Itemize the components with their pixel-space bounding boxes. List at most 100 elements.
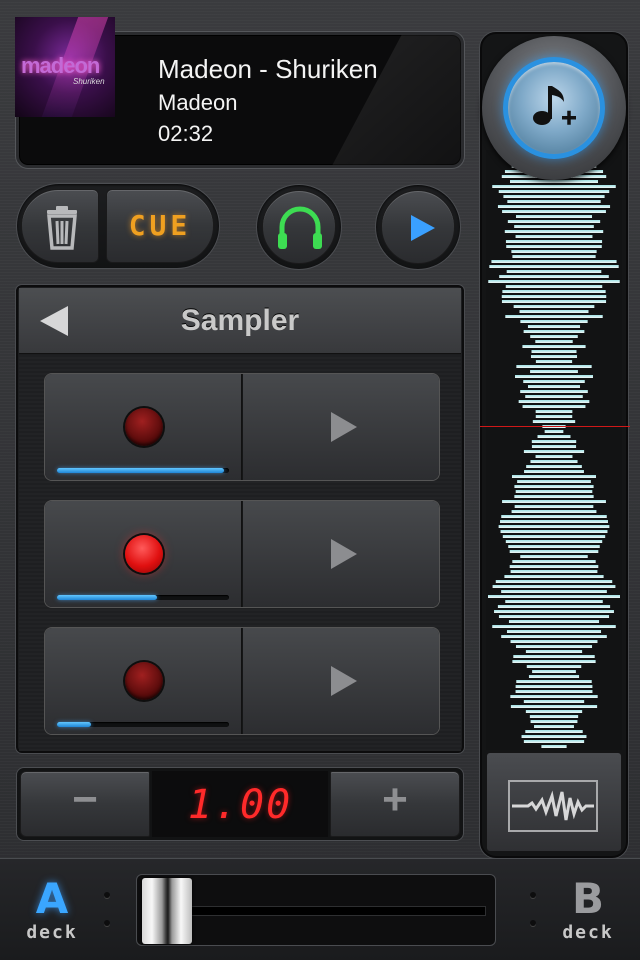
waveform-bar xyxy=(510,705,598,708)
sample-progress xyxy=(57,722,229,727)
record-button[interactable] xyxy=(45,628,242,734)
waveform-bar xyxy=(510,570,598,573)
waveform-bar xyxy=(535,340,573,343)
album-art-subtitle: Shuriken xyxy=(73,77,105,86)
waveform-bar xyxy=(505,285,603,288)
waveform-bar xyxy=(499,275,609,278)
waveform-bar xyxy=(495,580,613,583)
waveform-bar xyxy=(507,220,601,223)
waveform-bar xyxy=(512,560,596,563)
waveform-bar xyxy=(544,430,564,433)
waveform-bar xyxy=(523,700,585,703)
waveform-bar xyxy=(502,500,606,503)
waveform-bar xyxy=(508,545,600,548)
indicator-dot xyxy=(530,920,536,926)
waveform-bar xyxy=(505,240,603,243)
waveform-bar xyxy=(527,325,581,328)
waveform-bar xyxy=(514,505,594,508)
waveform-bar xyxy=(506,270,602,273)
waveform-bar xyxy=(501,300,607,303)
waveform-bar xyxy=(530,370,578,373)
sample-play-button[interactable] xyxy=(243,374,439,480)
waveform-bar xyxy=(526,665,582,668)
waveform-bar xyxy=(535,455,573,458)
waveform-bar xyxy=(506,630,602,633)
waveform-bar xyxy=(526,465,582,468)
track-time: 02:32 xyxy=(158,121,214,146)
waveform-bar xyxy=(519,310,589,313)
waveform-bar xyxy=(492,185,616,188)
waveform-bar xyxy=(530,355,578,358)
waveform-bar xyxy=(501,635,607,638)
waveform-bar xyxy=(512,660,596,663)
waveform-bar xyxy=(530,460,578,463)
play-icon xyxy=(331,412,357,442)
waveform-bar xyxy=(525,730,583,733)
sample-play-button[interactable] xyxy=(243,628,439,734)
waveform-bar xyxy=(523,380,585,383)
waveform-bar xyxy=(537,435,571,438)
waveform-bar xyxy=(500,520,608,523)
sampler-slot-3 xyxy=(44,627,440,735)
waveform-bar xyxy=(530,335,578,338)
sample-play-button[interactable] xyxy=(243,501,439,607)
sampler-slot-2 xyxy=(44,500,440,608)
record-indicator xyxy=(125,662,163,700)
waveform-bar xyxy=(504,230,604,233)
waveform-bar xyxy=(506,245,602,248)
record-button[interactable] xyxy=(45,501,242,607)
waveform-bar xyxy=(514,495,594,498)
waveform-bar xyxy=(515,375,593,378)
waveform-bar xyxy=(511,510,597,513)
waveform-bar xyxy=(525,395,583,398)
waveform-bar xyxy=(488,595,620,598)
waveform-bar xyxy=(488,280,620,283)
waveform-bar xyxy=(532,670,576,673)
trash-button[interactable] xyxy=(21,189,99,263)
waveform-bar xyxy=(516,680,592,683)
waveform-bar xyxy=(505,600,603,603)
waveform-bar xyxy=(510,640,598,643)
record-button[interactable] xyxy=(45,374,242,480)
waveform-bar xyxy=(501,590,607,593)
play-icon xyxy=(331,666,357,696)
album-art: madeon Shuriken xyxy=(15,17,115,117)
waveform-bar xyxy=(515,645,593,648)
deck-b-button[interactable]: B xyxy=(558,874,618,923)
sample-progress xyxy=(57,468,229,473)
waveform-bar xyxy=(491,260,617,263)
waveform-bar xyxy=(527,385,581,388)
record-indicator xyxy=(125,408,163,446)
waveform-bar xyxy=(492,625,616,628)
waveform-bar xyxy=(508,620,600,623)
sampler-title: Sampler xyxy=(180,304,300,337)
crossfader-handle[interactable] xyxy=(142,878,192,944)
waveform-bar xyxy=(517,480,591,483)
waveform-bar xyxy=(523,740,585,743)
track-waveform[interactable] xyxy=(486,150,622,750)
indicator-dot xyxy=(104,920,110,926)
waveform-bar xyxy=(502,210,606,213)
waveform-bar xyxy=(514,225,594,228)
waveform-bar xyxy=(497,205,611,208)
waveform-bar xyxy=(502,535,606,538)
waveform-bar xyxy=(520,555,588,558)
waveform-bar xyxy=(489,265,619,268)
deck-a-button[interactable]: A xyxy=(22,874,82,923)
waveform-bar xyxy=(503,195,605,198)
headphones-button[interactable] xyxy=(262,190,336,264)
waveform-bar xyxy=(511,250,597,253)
waveform-bar xyxy=(507,200,601,203)
waveform-bar xyxy=(532,420,576,423)
waveform-graphic xyxy=(488,150,620,748)
waveform-bar xyxy=(498,615,610,618)
waveform-bar xyxy=(528,675,580,678)
waveform-bar xyxy=(530,720,578,723)
waveform-bar xyxy=(498,525,610,528)
waveform-bar xyxy=(501,295,607,298)
waveform-bar xyxy=(500,530,608,533)
waveform-bar xyxy=(504,575,604,578)
plus-icon: + xyxy=(382,775,408,824)
add-music-icon xyxy=(533,86,576,125)
play-button[interactable] xyxy=(381,190,455,264)
